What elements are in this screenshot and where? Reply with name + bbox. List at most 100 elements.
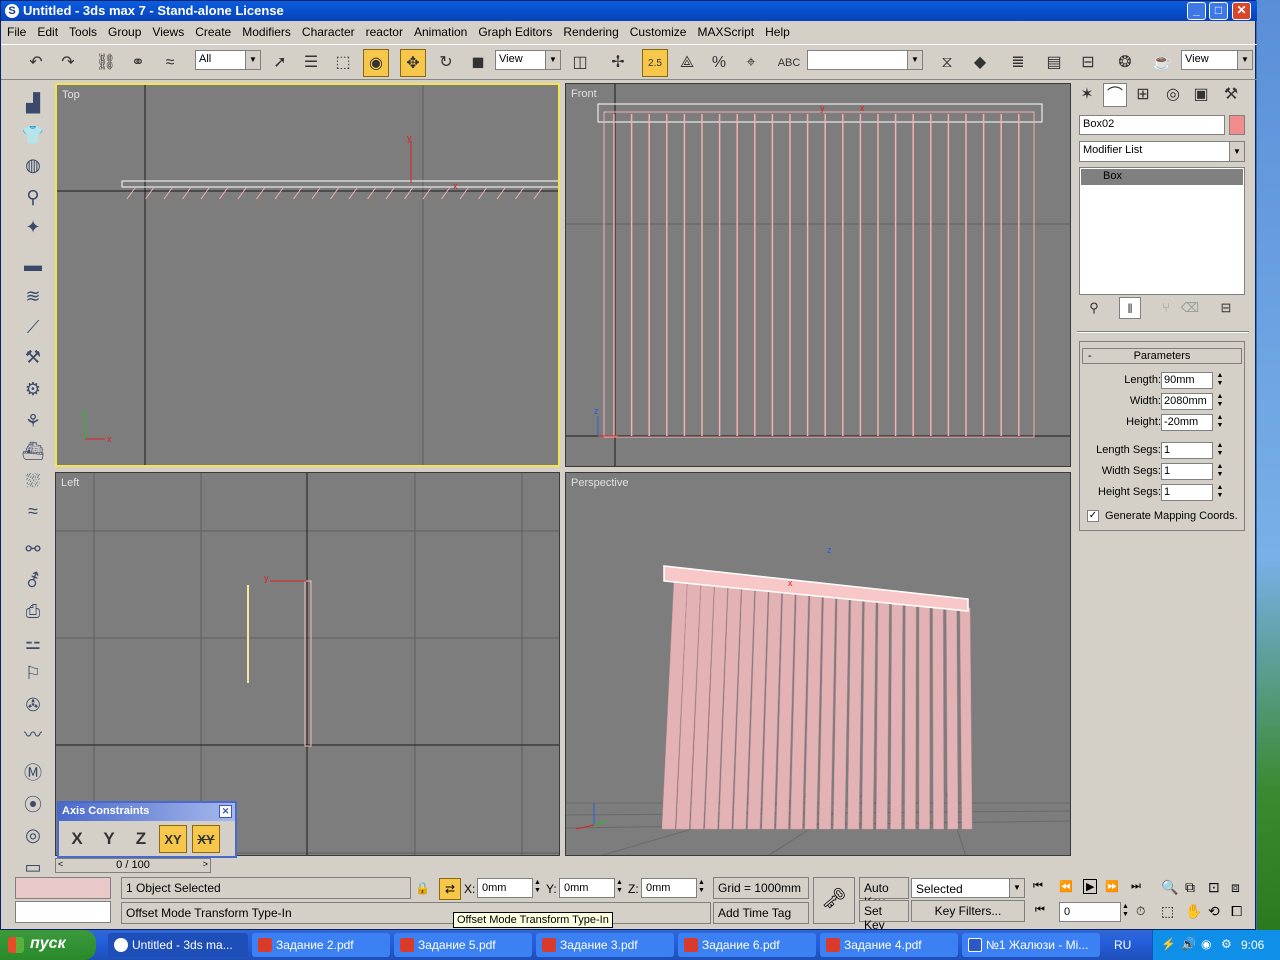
pan-icon[interactable]: ✋ bbox=[1185, 903, 1202, 920]
zoom-icon[interactable]: 🔍 bbox=[1161, 879, 1178, 896]
named-selection-dropdown[interactable]: ▼ bbox=[807, 50, 923, 70]
select-move-icon[interactable]: ✥ bbox=[400, 49, 426, 77]
rollout-header[interactable]: - Parameters bbox=[1082, 348, 1242, 364]
length-segs-input[interactable]: 1 bbox=[1161, 442, 1213, 459]
task-pdf-6[interactable]: Задание 6.pdf bbox=[678, 933, 816, 957]
select-manipulate-icon[interactable]: ✢ bbox=[605, 49, 631, 77]
hierarchy-tab-icon[interactable]: ⊞ bbox=[1131, 83, 1155, 107]
length-input[interactable]: 90mm bbox=[1161, 372, 1213, 389]
menu-graph-editors[interactable]: Graph Editors bbox=[472, 22, 557, 39]
window-crossing-icon[interactable]: ◉ bbox=[363, 49, 389, 77]
select-object-icon[interactable]: ➚ bbox=[267, 49, 293, 77]
select-link-icon[interactable]: ⛓ bbox=[93, 49, 119, 77]
property-editor-icon[interactable]: Ⓜ bbox=[19, 759, 47, 787]
viewport-left[interactable]: Left y bbox=[55, 472, 560, 856]
language-indicator[interactable]: RU bbox=[1114, 938, 1131, 952]
pivot-center-icon[interactable]: ◫ bbox=[567, 49, 593, 77]
spinner-icon[interactable]: ▲ ▼ bbox=[1122, 903, 1129, 919]
menu-customize[interactable]: Customize bbox=[624, 22, 692, 39]
viewport-top[interactable]: Top y x x y bbox=[55, 83, 560, 467]
close-icon[interactable]: ✕ bbox=[219, 805, 232, 818]
angle-snap-icon[interactable]: ⟁ bbox=[674, 49, 700, 77]
menu-rendering[interactable]: Rendering bbox=[557, 22, 623, 39]
mirror-icon[interactable]: ⧖ bbox=[934, 49, 960, 77]
spinner-icon[interactable]: ▲ ▼ bbox=[1215, 393, 1225, 410]
menu-help[interactable]: Help bbox=[759, 22, 795, 39]
next-frame-icon[interactable]: ⏩ bbox=[1105, 880, 1119, 893]
modifier-list-dropdown[interactable]: Modifier List ▼ bbox=[1079, 141, 1245, 162]
modify-tab-icon[interactable]: ⌒ bbox=[1103, 83, 1127, 107]
antivirus-icon[interactable]: ◉ bbox=[1201, 937, 1211, 951]
menu-animation[interactable]: Animation bbox=[408, 22, 472, 39]
zoom-extents-icon[interactable]: ⊡ bbox=[1208, 879, 1220, 896]
go-to-end-icon[interactable]: ⏭ bbox=[1131, 880, 1141, 893]
minimize-button[interactable]: _ bbox=[1187, 2, 1206, 20]
cloth-icon[interactable]: 👕 bbox=[19, 121, 47, 149]
volume-icon[interactable]: 🔊 bbox=[1181, 937, 1196, 951]
constrain-z-button[interactable]: Z bbox=[127, 825, 155, 853]
menu-modifiers[interactable]: Modifiers bbox=[236, 22, 296, 39]
spinner-snap-icon[interactable]: ⌖ bbox=[738, 49, 764, 77]
key-mode-toggle-icon[interactable]: ⏮ bbox=[1035, 904, 1045, 917]
start-button[interactable]: пуск bbox=[0, 930, 96, 960]
prismatic-icon[interactable]: ⚐ bbox=[19, 659, 47, 687]
transform-mode-icon[interactable]: ⇄ bbox=[439, 878, 461, 900]
reference-coordinate-dropdown[interactable]: View ▼ bbox=[495, 50, 561, 70]
generate-mapping-checkbox[interactable]: ✓ bbox=[1087, 510, 1099, 522]
selection-filter-dropdown[interactable]: All ▼ bbox=[195, 50, 261, 70]
motor-icon[interactable]: ⚒ bbox=[19, 343, 47, 371]
maxscript-listener-pink[interactable] bbox=[15, 877, 111, 899]
snap-toggle-icon[interactable]: 2.5 bbox=[642, 49, 668, 77]
axis-constraints-title-bar[interactable]: Axis Constraints ✕ bbox=[59, 803, 235, 821]
preview-icon[interactable]: ◎ bbox=[19, 821, 47, 849]
menu-character[interactable]: Character bbox=[296, 22, 360, 39]
y-coord-input[interactable]: 0mm bbox=[559, 878, 615, 898]
fracture-icon[interactable]: ⛴ bbox=[19, 437, 47, 465]
layer-manager-icon[interactable]: ≣ bbox=[1005, 49, 1031, 77]
menu-tools[interactable]: Tools bbox=[63, 22, 102, 39]
select-by-name-icon[interactable]: ☰ bbox=[298, 49, 324, 77]
viewport-perspective[interactable]: Perspective x z bbox=[565, 472, 1071, 856]
clock[interactable]: 9:06 bbox=[1241, 938, 1264, 952]
toy-car-icon[interactable]: ⚘ bbox=[19, 407, 47, 435]
stack-item-box[interactable]: Box bbox=[1081, 169, 1243, 185]
title-bar[interactable]: S Untitled - 3ds max 7 - Stand-alone Lic… bbox=[1, 1, 1257, 21]
key-mode-dropdown[interactable]: Selected ▼ bbox=[911, 878, 1025, 898]
auto-key-button[interactable]: Auto Key bbox=[859, 877, 909, 909]
plane-icon[interactable]: ▬ bbox=[19, 251, 47, 279]
lock-selection-icon[interactable]: 🔒 bbox=[415, 881, 430, 895]
menu-views[interactable]: Views bbox=[146, 22, 189, 39]
menu-file[interactable]: File bbox=[1, 22, 31, 39]
motion-tab-icon[interactable]: ◎ bbox=[1161, 83, 1185, 107]
constraint-solver-icon[interactable]: ⚯ bbox=[19, 535, 47, 563]
task-pdf-2[interactable]: Задание 2.pdf bbox=[252, 933, 390, 957]
edit-named-selection-icon[interactable]: ABC bbox=[776, 49, 802, 77]
time-config-icon[interactable]: ⏱ bbox=[1136, 904, 1145, 919]
rectangular-selection-icon[interactable]: ⬚ bbox=[330, 49, 356, 77]
fracture-line-icon[interactable]: 〰 bbox=[19, 721, 47, 749]
bind-space-warp-icon[interactable]: ≈ bbox=[157, 49, 183, 77]
menu-reactor[interactable]: reactor bbox=[360, 22, 408, 39]
redo-icon[interactable]: ↷ bbox=[55, 49, 81, 77]
maximize-viewport-icon[interactable]: ⧠ bbox=[1231, 903, 1242, 920]
car-wheel-icon[interactable]: ✇ bbox=[19, 691, 47, 719]
key-filters-button[interactable]: Key Filters... bbox=[911, 900, 1025, 922]
soft-body-icon[interactable]: ◍ bbox=[19, 151, 47, 179]
set-key-button[interactable]: Set Key bbox=[859, 900, 909, 932]
constrain-y-button[interactable]: Y bbox=[95, 825, 123, 853]
z-coord-input[interactable]: 0mm bbox=[641, 878, 697, 898]
width-segs-input[interactable]: 1 bbox=[1161, 463, 1213, 480]
render-scene-icon[interactable]: ☕ bbox=[1149, 49, 1175, 77]
previous-frame-icon[interactable]: ⏪ bbox=[1059, 880, 1073, 893]
close-button[interactable]: ✕ bbox=[1232, 2, 1251, 20]
maximize-button[interactable]: □ bbox=[1209, 2, 1228, 20]
point-to-point-icon[interactable]: ⚍ bbox=[19, 629, 47, 657]
analyze-world-icon[interactable]: ⦿ bbox=[19, 791, 47, 819]
spinner-icon[interactable]: ▲ ▼ bbox=[1215, 442, 1225, 459]
spinner-icon[interactable]: ▲ ▼ bbox=[1215, 463, 1225, 480]
rigid-body-icon[interactable]: ▟ bbox=[19, 89, 47, 117]
spinner-icon[interactable]: ▲ ▼ bbox=[1215, 372, 1225, 389]
height-segs-input[interactable]: 1 bbox=[1161, 484, 1213, 501]
task-3dsmax[interactable]: Untitled - 3ds ma... bbox=[108, 933, 248, 957]
deforming-mesh-icon[interactable]: ✦ bbox=[19, 213, 47, 241]
